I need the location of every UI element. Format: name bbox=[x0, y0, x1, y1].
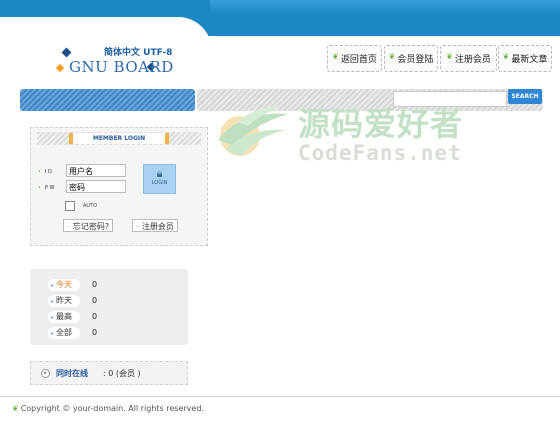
menu-register-label: 注册会员 bbox=[454, 55, 491, 65]
watermark-title: 源码爱好者 bbox=[298, 105, 464, 143]
menu-latest-label: 最新文章 bbox=[511, 55, 548, 65]
online-value: : 0 (会员 ) bbox=[103, 369, 141, 378]
stat-today-value: 0 bbox=[92, 280, 98, 289]
lock-icon: 🔒︎ bbox=[156, 167, 163, 180]
auto-login-label: AUTO bbox=[83, 203, 98, 209]
caret-right-icon: ▸ bbox=[51, 282, 55, 289]
sprout-icon: ❦ bbox=[388, 52, 396, 61]
header-band bbox=[0, 0, 560, 36]
caret-right-icon: ▸ bbox=[51, 298, 55, 305]
menu-login[interactable]: ❦ 会员登陆 bbox=[384, 45, 438, 72]
forgot-password-button[interactable]: - 忘记密码? bbox=[63, 219, 114, 232]
logo-square-icon bbox=[55, 63, 65, 73]
sprout-icon: ❦ bbox=[332, 52, 339, 61]
dash-icon: - bbox=[136, 222, 139, 231]
visitor-stats-box: ▸ 今天 0 ▸ 昨天 0 ▸ 最高 0 ▸ 全部 0 bbox=[30, 269, 188, 345]
site-logo[interactable]: 简体中文 UTF-8 GNU BOARD bbox=[55, 42, 175, 82]
login-header: MEMBER LOGIN bbox=[37, 132, 201, 145]
login-title: MEMBER LOGIN bbox=[69, 133, 169, 144]
id-input[interactable]: 用户名 bbox=[66, 164, 126, 177]
sprout-icon: ❦ bbox=[446, 52, 453, 61]
login-button-label: LOGIN bbox=[151, 180, 168, 186]
login-box: MEMBER LOGIN • I D 用户名 • P W 密码 🔒︎ LOGIN A… bbox=[30, 127, 208, 246]
caret-right-icon: ▸ bbox=[51, 330, 55, 337]
menu-login-label: 会员登陆 bbox=[397, 55, 434, 65]
register-button[interactable]: - 注册会员 bbox=[132, 219, 178, 232]
sprout-icon: ❦ bbox=[12, 404, 19, 413]
sprout-icon: ❦ bbox=[502, 52, 510, 61]
stat-yesterday-value: 0 bbox=[92, 296, 98, 305]
footer-divider bbox=[0, 396, 560, 397]
footer: ❦ Copyright © your-domain. All rights res… bbox=[12, 404, 204, 413]
caret-right-icon: ▸ bbox=[51, 314, 55, 321]
play-icon: ▸ bbox=[41, 369, 50, 378]
login-button[interactable]: 🔒︎ LOGIN bbox=[143, 164, 176, 194]
search-button[interactable]: SEARCH bbox=[508, 89, 542, 104]
menu-latest[interactable]: ❦ 最新文章 bbox=[498, 45, 552, 72]
stat-yesterday-label: ▸ 昨天 bbox=[48, 295, 80, 307]
copyright-text: Copyright © your-domain. All rights rese… bbox=[20, 404, 204, 413]
watermark-leaf-icon bbox=[218, 106, 288, 156]
bullet-icon: • bbox=[38, 185, 41, 191]
stat-max-label: ▸ 最高 bbox=[48, 311, 80, 323]
logo-name: GNU BOARD bbox=[69, 58, 174, 76]
stat-max-value: 0 bbox=[92, 312, 98, 321]
nav-bar bbox=[20, 89, 195, 111]
logo-square-icon bbox=[61, 47, 72, 58]
pw-input[interactable]: 密码 bbox=[66, 180, 126, 193]
logo-subtitle: 简体中文 UTF-8 bbox=[104, 48, 173, 58]
pw-label: • P W bbox=[38, 185, 55, 191]
dash-icon: - bbox=[67, 222, 70, 231]
menu-home[interactable]: ❦ 返回首页 bbox=[327, 45, 382, 72]
online-users-box[interactable]: ▸ 同时在线 : 0 (会员 ) bbox=[30, 361, 188, 385]
watermark-subtitle: CodeFans.net bbox=[298, 141, 462, 165]
menu-home-label: 返回首页 bbox=[340, 55, 377, 65]
stat-total-label: ▸ 全部 bbox=[48, 327, 80, 339]
id-label: • I D bbox=[38, 169, 52, 175]
auto-login-checkbox[interactable] bbox=[65, 201, 75, 211]
menu-register[interactable]: ❦ 注册会员 bbox=[440, 45, 497, 72]
bullet-icon: • bbox=[38, 169, 41, 175]
online-label: 同时在线 bbox=[56, 369, 88, 378]
stat-today-label: ▸ 今天 bbox=[48, 279, 80, 291]
stat-total-value: 0 bbox=[92, 328, 98, 337]
